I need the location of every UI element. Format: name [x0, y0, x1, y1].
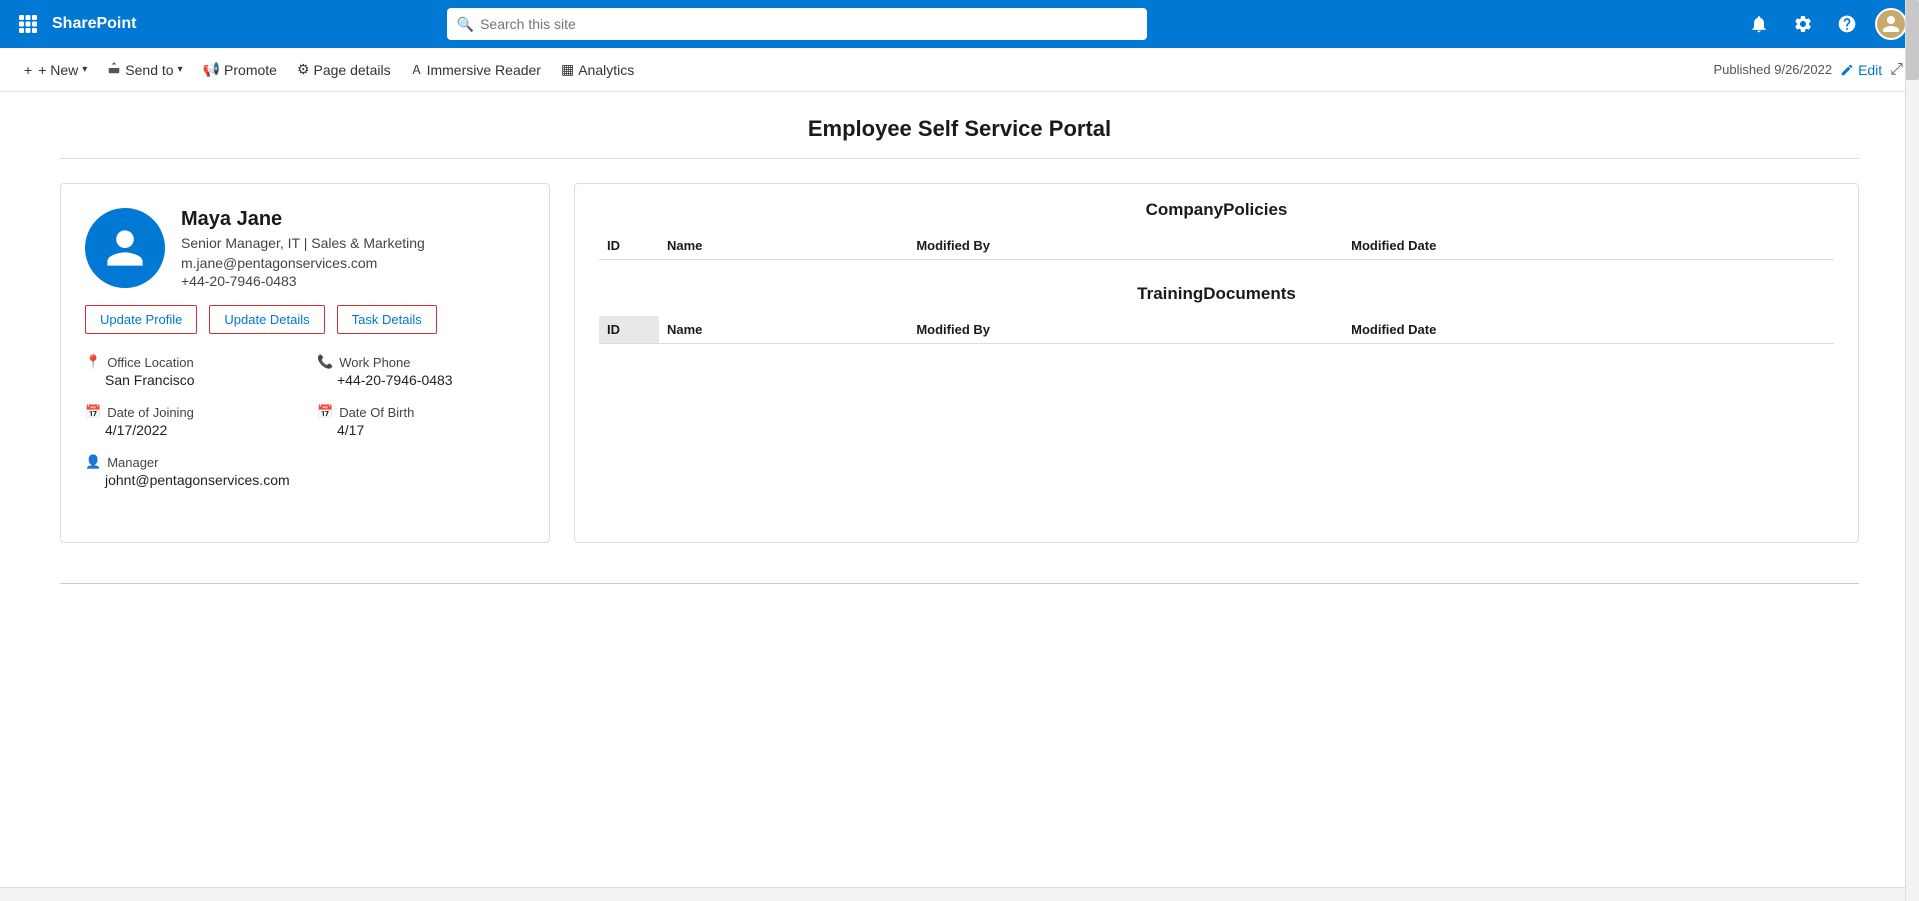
plus-icon: + [24, 62, 32, 78]
office-location-field: 📍 Office Location San Francisco [85, 354, 293, 388]
scrollbar-thumb [1906, 0, 1919, 80]
analytics-button[interactable]: ▦ Analytics [553, 57, 642, 82]
phone-icon: 📞 [317, 354, 333, 370]
company-policies-table: ID Name Modified By Modified Date [599, 232, 1834, 260]
search-icon: 🔍 [457, 16, 474, 33]
col-modified-date-header: Modified Date [1343, 232, 1834, 260]
col-name-header: Name [659, 232, 908, 260]
analytics-icon: ▦ [561, 61, 574, 78]
company-policies-title: CompanyPolicies [599, 200, 1834, 220]
profile-email: m.jane@pentagonservices.com [181, 255, 425, 271]
page-content: Employee Self Service Portal Maya Jane S… [0, 92, 1919, 901]
profile-phone: +44-20-7946-0483 [181, 273, 425, 289]
office-location-value: San Francisco [85, 372, 293, 388]
calendar2-icon: 📅 [317, 404, 333, 420]
settings-icon[interactable] [1787, 8, 1819, 40]
date-birth-value: 4/17 [317, 422, 525, 438]
new-chevron-icon: ▾ [82, 64, 87, 75]
promote-icon: 📢 [203, 61, 220, 78]
send-to-icon [107, 61, 121, 78]
right-scrollbar[interactable] [1905, 0, 1919, 901]
sendto-chevron-icon: ▾ [178, 64, 183, 75]
company-policies-header-row: ID Name Modified By Modified Date [599, 232, 1834, 260]
profile-name: Maya Jane [181, 208, 425, 231]
collapse-button[interactable]: ⤢ [1890, 61, 1903, 79]
toolbar: + + New ▾ Send to ▾ 📢 Promote ⚙ Page det… [0, 48, 1919, 92]
profile-details: 📍 Office Location San Francisco 📞 Work P… [85, 354, 525, 488]
date-joining-value: 4/17/2022 [85, 422, 293, 438]
manager-field: 👤 Manager johnt@pentagonservices.com [85, 454, 525, 488]
profile-info: Maya Jane Senior Manager, IT | Sales & M… [181, 208, 425, 289]
promote-button[interactable]: 📢 Promote [195, 57, 285, 82]
col-id-header: ID [599, 232, 659, 260]
training-documents-title: TrainingDocuments [599, 284, 1834, 304]
training-docs-header-row: ID Name Modified By Modified Date [599, 316, 1834, 344]
published-status: Published 9/26/2022 [1714, 62, 1833, 77]
work-phone-field: 📞 Work Phone +44-20-7946-0483 [317, 354, 525, 388]
immersive-reader-icon: Ａ [411, 61, 423, 78]
date-birth-field: 📅 Date Of Birth 4/17 [317, 404, 525, 438]
top-navigation: SharePoint 🔍 [0, 0, 1919, 48]
location-icon: 📍 [85, 354, 101, 370]
notifications-icon[interactable] [1743, 8, 1775, 40]
immersive-reader-button[interactable]: Ａ Immersive Reader [403, 57, 549, 82]
nav-right-icons [1743, 8, 1907, 40]
new-button[interactable]: + + New ▾ [16, 58, 95, 82]
td-col-id-header: ID [599, 316, 659, 344]
profile-header: Maya Jane Senior Manager, IT | Sales & M… [85, 208, 525, 289]
search-input[interactable] [480, 16, 1137, 32]
brand-name: SharePoint [52, 15, 136, 33]
page-details-button[interactable]: ⚙ Page details [289, 57, 399, 82]
update-profile-button[interactable]: Update Profile [85, 305, 197, 334]
td-col-name-header: Name [659, 316, 908, 344]
company-policies-section: CompanyPolicies ID Name Modified By Modi… [599, 200, 1834, 260]
help-icon[interactable] [1831, 8, 1863, 40]
task-details-button[interactable]: Task Details [337, 305, 437, 334]
profile-avatar [85, 208, 165, 288]
send-to-button[interactable]: Send to ▾ [99, 57, 190, 82]
calendar-icon: 📅 [85, 404, 101, 420]
training-documents-section: TrainingDocuments ID Name Modified By Mo… [599, 284, 1834, 344]
waffle-icon[interactable] [12, 8, 44, 40]
data-card: CompanyPolicies ID Name Modified By Modi… [574, 183, 1859, 543]
action-buttons: Update Profile Update Details Task Detai… [85, 305, 525, 334]
cards-area: Maya Jane Senior Manager, IT | Sales & M… [0, 159, 1919, 567]
date-joining-field: 📅 Date of Joining 4/17/2022 [85, 404, 293, 438]
page-details-icon: ⚙ [297, 61, 310, 78]
avatar[interactable] [1875, 8, 1907, 40]
bottom-scrollbar[interactable] [0, 887, 1905, 901]
work-phone-value: +44-20-7946-0483 [317, 372, 525, 388]
col-modified-by-header: Modified By [908, 232, 1343, 260]
profile-card: Maya Jane Senior Manager, IT | Sales & M… [60, 183, 550, 543]
td-col-modified-date-header: Modified Date [1343, 316, 1834, 344]
search-bar[interactable]: 🔍 [447, 8, 1147, 40]
page-title: Employee Self Service Portal [0, 116, 1919, 142]
manager-icon: 👤 [85, 454, 101, 470]
edit-button[interactable]: Edit [1840, 62, 1882, 78]
toolbar-right: Published 9/26/2022 Edit ⤢ [1714, 61, 1903, 79]
update-details-button[interactable]: Update Details [209, 305, 324, 334]
training-documents-table: ID Name Modified By Modified Date [599, 316, 1834, 344]
profile-job-title: Senior Manager, IT | Sales & Marketing [181, 235, 425, 251]
manager-value: johnt@pentagonservices.com [85, 472, 525, 488]
bottom-divider [60, 583, 1859, 584]
page-title-area: Employee Self Service Portal [0, 92, 1919, 158]
td-col-modified-by-header: Modified By [908, 316, 1343, 344]
